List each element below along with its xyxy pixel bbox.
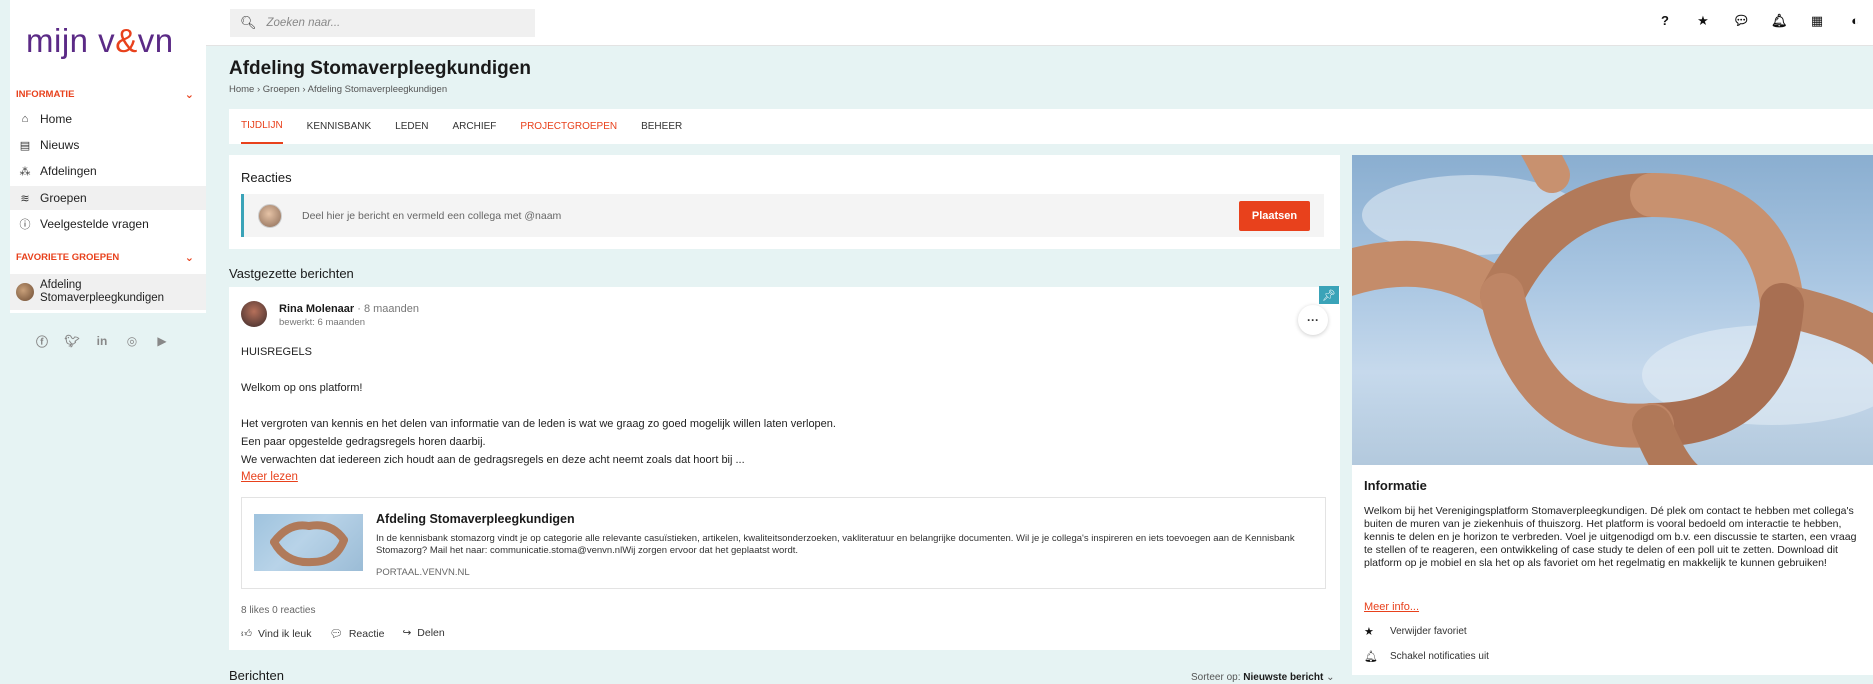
preview-description: In de kennisbank stomazorg vindt je op c…	[376, 533, 1295, 556]
comment-icon: 💬︎	[329, 628, 343, 640]
pin-icon: 📌︎	[1319, 286, 1339, 304]
post-paragraph: Een paar opgestelde gedragsregels horen …	[241, 436, 486, 448]
twitter-icon[interactable]: 🐦︎	[64, 333, 80, 349]
home-icon: ⌂	[21, 113, 29, 125]
logo[interactable]: mijn v&vn	[26, 22, 174, 60]
layers-icon: ≋	[20, 192, 30, 205]
post-heading: HUISREGELS	[241, 346, 312, 358]
apps-grid-icon[interactable]: ▦	[1809, 13, 1825, 29]
facebook-icon[interactable]: ⓕ	[34, 333, 50, 349]
user-avatar-icon[interactable]: ◐	[1847, 13, 1863, 29]
preview-source: PORTAAL.VENVN.NL	[376, 567, 470, 578]
chevron-down-icon: ⌄	[184, 89, 194, 101]
section-header-informatie[interactable]: INFORMATIE ⌄	[16, 88, 194, 101]
thumbs-up-icon: 👍︎	[241, 628, 252, 640]
tab-archief[interactable]: ARCHIEF	[453, 109, 497, 144]
tab-kennisbank[interactable]: KENNISBANK	[307, 109, 371, 144]
post-paragraph: Welkom op ons platform!	[241, 382, 363, 394]
chevron-down-icon: ⌄	[1326, 672, 1335, 683]
share-button[interactable]: ↪ Delen	[402, 627, 444, 640]
read-more-link[interactable]: Meer lezen	[241, 471, 298, 483]
tab-beheer[interactable]: BEHEER	[641, 109, 682, 144]
topbar: 🔍︎ Zoeken naar... ? ★ 💬︎ 🔔︎ ▦ ◐	[206, 0, 1873, 46]
sidebar-item-groepen[interactable]: ≋ Groepen	[10, 186, 206, 210]
bell-icon: 🔔︎	[1364, 651, 1378, 663]
post-actions: 👍︎ Vind ik leuk 💬︎ Reactie ↪ Delen	[241, 627, 445, 640]
reacties-title: Reacties	[241, 170, 292, 185]
info-title: Informatie	[1364, 478, 1427, 493]
tab-tijdlijn[interactable]: TIJDLIJN	[241, 109, 283, 144]
sidebar-item-veelgestelde-vragen[interactable]: ⓘ Veelgestelde vragen	[10, 212, 206, 236]
author-name[interactable]: Rina Molenaar	[279, 303, 354, 315]
info-description: Welkom bij het Verenigingsplatform Stoma…	[1364, 505, 1857, 569]
star-icon: ★	[1364, 626, 1374, 638]
fav-group-item[interactable]: Afdeling Stomaverpleegkundigen	[10, 274, 206, 310]
post-paragraph: Het vergroten van kennis en het delen va…	[241, 418, 836, 430]
tab-projectgroepen[interactable]: PROJECTGROEPEN	[520, 109, 617, 144]
author-avatar[interactable]	[241, 301, 267, 327]
sitemap-icon: ⁂	[19, 165, 31, 178]
group-avatar	[16, 283, 34, 301]
more-options-button[interactable]: ···	[1298, 305, 1328, 335]
search-input[interactable]: 🔍︎ Zoeken naar...	[230, 9, 535, 37]
breadcrumb[interactable]: Home › Groepen › Afdeling Stomaverpleegk…	[229, 84, 447, 95]
pinned-section-title: Vastgezette berichten	[229, 266, 354, 281]
pinned-post-card: 📌︎ ··· Rina Molenaar · 8 maanden bewerkt…	[229, 286, 1340, 650]
news-icon: ▤	[19, 139, 31, 152]
avatar	[258, 203, 282, 228]
page-title: Afdeling Stomaverpleegkundigen	[229, 58, 531, 79]
reply-button[interactable]: 💬︎ Reactie	[330, 627, 385, 640]
share-icon: ↪	[402, 627, 412, 639]
post-composer[interactable]: Deel hier je bericht en vermeld een coll…	[241, 194, 1324, 237]
disable-notifications-button[interactable]: 🔔︎ Schakel notificaties uit	[1364, 650, 1489, 663]
group-hero-image	[1352, 155, 1873, 465]
sidebar-item-home[interactable]: ⌂ Home	[10, 107, 206, 131]
question-circle-icon: ⓘ	[19, 219, 31, 231]
hands-circle-image	[1352, 155, 1873, 465]
link-preview[interactable]: Afdeling Stomaverpleegkundigen In de ken…	[241, 497, 1326, 589]
sidebar: mijn v&vn INFORMATIE ⌄ ⌂ Home ▤ Nieuws ⁂…	[0, 0, 206, 684]
help-icon[interactable]: ?	[1657, 13, 1673, 29]
composer-placeholder: Deel hier je bericht en vermeld een coll…	[302, 209, 562, 222]
post-time: · 8 maanden	[357, 303, 420, 315]
youtube-icon[interactable]: ▶	[154, 333, 170, 349]
sort-dropdown[interactable]: Sorteer op: Nieuwste bericht ⌄	[1191, 672, 1334, 683]
post-paragraph: We verwachten dat iedereen zich houdt aa…	[241, 454, 745, 466]
more-info-link[interactable]: Meer info...	[1364, 601, 1419, 613]
post-edited: bewerkt: 6 maanden	[279, 317, 366, 328]
tab-leden[interactable]: LEDEN	[395, 109, 428, 144]
instagram-icon[interactable]: ◎	[124, 333, 140, 349]
sidebar-item-nieuws[interactable]: ▤ Nieuws	[10, 133, 206, 157]
post-stats[interactable]: 8 likes 0 reacties	[241, 605, 315, 616]
chevron-down-icon: ⌄	[184, 252, 194, 264]
preview-title: Afdeling Stomaverpleegkundigen	[376, 512, 575, 526]
berichten-title: Berichten	[229, 668, 284, 683]
info-card: Informatie Welkom bij het Verenigingspla…	[1352, 155, 1873, 675]
like-button[interactable]: 👍︎ Vind ik leuk	[241, 627, 312, 640]
post-button[interactable]: Plaatsen	[1239, 201, 1310, 231]
social-links: ⓕ 🐦︎ in ◎ ▶	[34, 333, 170, 349]
post-author: Rina Molenaar · 8 maanden	[279, 303, 419, 315]
remove-favorite-button[interactable]: ★ Verwijder favoriet	[1364, 625, 1467, 638]
sidebar-item-afdelingen[interactable]: ⁂ Afdelingen	[10, 159, 206, 183]
star-icon[interactable]: ★	[1695, 13, 1711, 29]
hands-image	[270, 521, 348, 567]
top-icons: ? ★ 💬︎ 🔔︎ ▦ ◐	[1657, 13, 1863, 29]
linkedin-icon[interactable]: in	[94, 333, 110, 349]
chat-icon[interactable]: 💬︎	[1733, 13, 1750, 29]
preview-thumbnail	[254, 514, 363, 571]
section-header-favoriete-groepen[interactable]: FAVORIETE GROEPEN ⌄	[16, 251, 194, 264]
bell-icon[interactable]: 🔔︎	[1771, 13, 1788, 29]
search-icon: 🔍︎	[240, 15, 257, 30]
reacties-card: Reacties Deel hier je bericht en vermeld…	[229, 155, 1340, 249]
tab-bar: TIJDLIJN KENNISBANK LEDEN ARCHIEF PROJEC…	[229, 109, 1873, 144]
